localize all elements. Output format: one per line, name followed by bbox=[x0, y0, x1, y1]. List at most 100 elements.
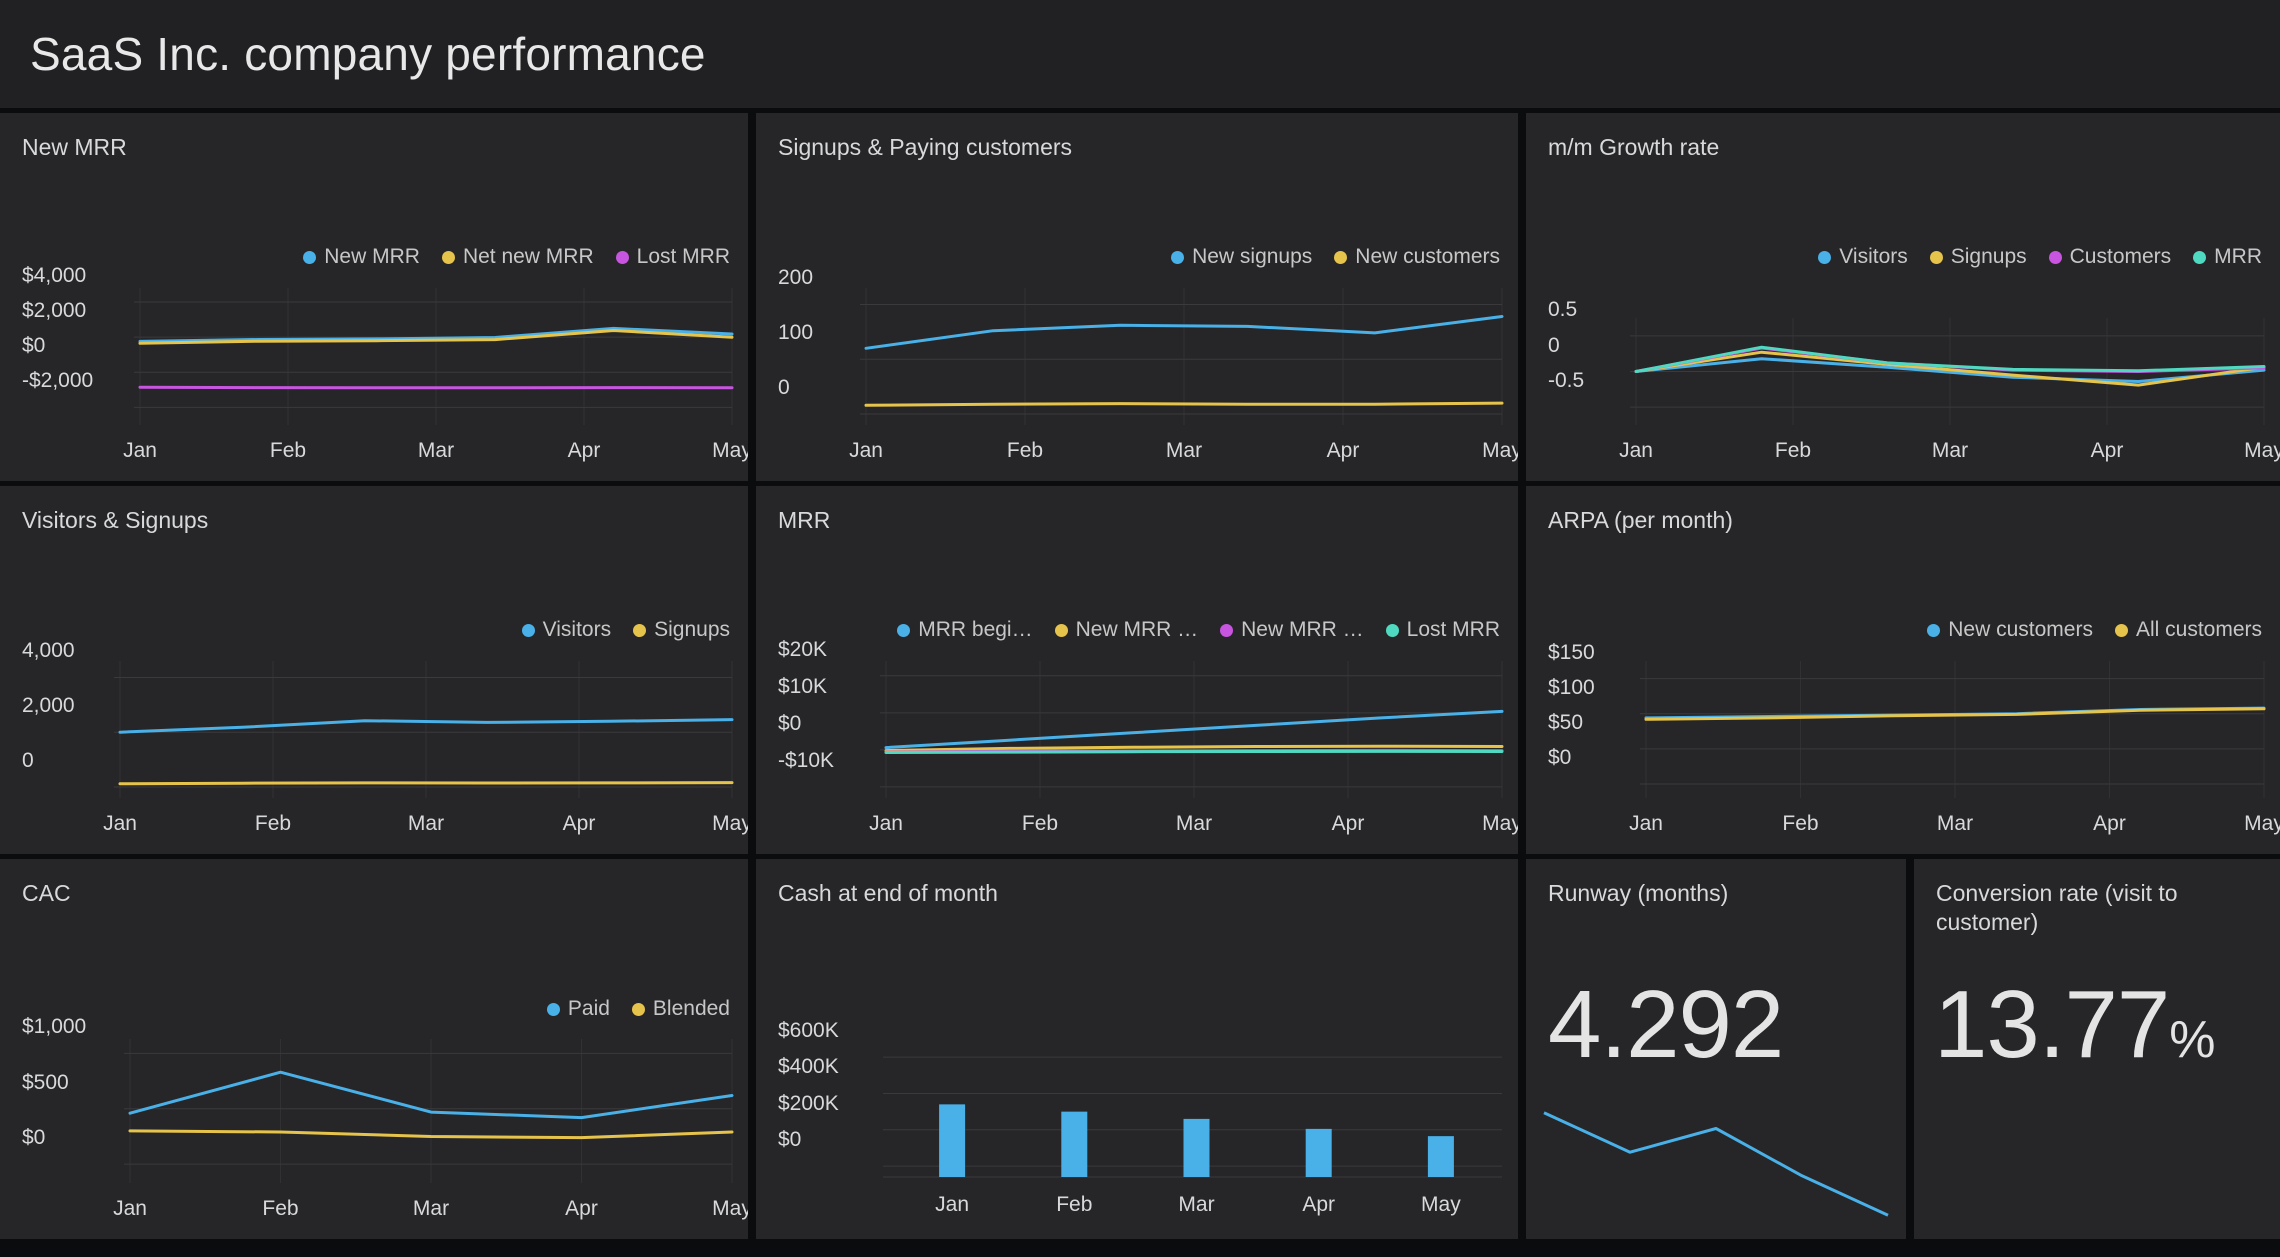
legend-item[interactable]: New MRR bbox=[303, 245, 420, 269]
legend-label: Lost MRR bbox=[637, 245, 730, 269]
x-axis-tick: Jan bbox=[849, 439, 883, 463]
legend-item[interactable]: All customers bbox=[2115, 618, 2262, 642]
panel-conversion-rate[interactable]: Conversion rate (visit to customer) 13.7… bbox=[1914, 859, 2280, 1239]
panel-signups-customers[interactable]: Signups & Paying customers 2001000JanFeb… bbox=[756, 113, 1518, 481]
legend-label: New customers bbox=[1355, 245, 1500, 269]
legend-label: MRR bbox=[2214, 245, 2262, 269]
legend-item[interactable]: New customers bbox=[1927, 618, 2093, 642]
legend-item[interactable]: New MRR … bbox=[1055, 618, 1199, 642]
legend-label: Lost MRR bbox=[1407, 618, 1500, 642]
x-axis-tick: Feb bbox=[1782, 812, 1818, 836]
y-axis-tick: $10K bbox=[778, 675, 827, 699]
x-axis-tick: Mar bbox=[413, 1197, 449, 1221]
y-axis-tick: $0 bbox=[778, 1128, 801, 1152]
panel-arpa[interactable]: ARPA (per month) $150$100$50$0JanFebMarA… bbox=[1526, 486, 2280, 854]
chart-mrr[interactable]: $20K$10K$0-$10KJanFebMarAprMayMRR begi…N… bbox=[756, 486, 1518, 854]
legend-color-dot bbox=[303, 251, 316, 264]
legend-label: Visitors bbox=[543, 618, 611, 642]
chart-legend[interactable]: New signups New customers bbox=[1171, 245, 1500, 269]
legend-color-dot bbox=[633, 624, 646, 637]
chart-legend[interactable]: Paid Blended bbox=[547, 997, 730, 1021]
legend-item[interactable]: Signups bbox=[633, 618, 730, 642]
x-axis-tick: Mar bbox=[1166, 439, 1202, 463]
legend-color-dot bbox=[2115, 624, 2128, 637]
legend-item[interactable]: Visitors bbox=[522, 618, 611, 642]
x-axis-tick: Feb bbox=[270, 439, 306, 463]
chart-legend[interactable]: Visitors Signups bbox=[522, 618, 730, 642]
panel-visitors-signups[interactable]: Visitors & Signups 4,0002,0000JanFebMarA… bbox=[0, 486, 748, 854]
legend-label: Blended bbox=[653, 997, 730, 1021]
x-axis-tick: Apr bbox=[568, 439, 601, 463]
legend-label: New customers bbox=[1948, 618, 2093, 642]
legend-item[interactable]: Net new MRR bbox=[442, 245, 594, 269]
y-axis-tick: 2,000 bbox=[22, 694, 75, 718]
legend-item[interactable]: New signups bbox=[1171, 245, 1312, 269]
y-axis-tick: $2,000 bbox=[22, 299, 86, 323]
y-axis-tick: 100 bbox=[778, 321, 813, 345]
legend-item[interactable]: Customers bbox=[2049, 245, 2172, 269]
x-axis-tick: Mar bbox=[1937, 812, 1973, 836]
legend-label: All customers bbox=[2136, 618, 2262, 642]
legend-item[interactable]: Signups bbox=[1930, 245, 2027, 269]
y-axis-tick: $0 bbox=[778, 712, 801, 736]
panel-runway[interactable]: Runway (months) 4.292 bbox=[1526, 859, 1906, 1239]
legend-label: Signups bbox=[654, 618, 730, 642]
legend-item[interactable]: MRR bbox=[2193, 245, 2262, 269]
x-axis-tick: Jan bbox=[869, 812, 903, 836]
y-axis-tick: 0 bbox=[1548, 334, 1560, 358]
legend-item[interactable]: New customers bbox=[1334, 245, 1500, 269]
chart-legend[interactable]: New MRR Net new MRR Lost MRR bbox=[303, 245, 730, 269]
y-axis-tick: $0 bbox=[22, 1126, 45, 1150]
legend-label: MRR begi… bbox=[918, 618, 1032, 642]
x-axis-tick: Jan bbox=[103, 812, 137, 836]
panel-mrr[interactable]: MRR $20K$10K$0-$10KJanFebMarAprMayMRR be… bbox=[756, 486, 1518, 854]
panel-growth-rate[interactable]: m/m Growth rate 0.50-0.5JanFebMarAprMayV… bbox=[1526, 113, 2280, 481]
legend-item[interactable]: Visitors bbox=[1818, 245, 1907, 269]
x-axis-tick: Feb bbox=[1056, 1193, 1092, 1217]
runway-sparkline bbox=[1526, 1089, 1906, 1239]
x-axis-tick: Mar bbox=[1932, 439, 1968, 463]
dashboard-row-2: Visitors & Signups 4,0002,0000JanFebMarA… bbox=[0, 486, 2280, 854]
y-axis-tick: $0 bbox=[1548, 746, 1571, 770]
legend-item[interactable]: New MRR … bbox=[1220, 618, 1364, 642]
legend-item[interactable]: Blended bbox=[632, 997, 730, 1021]
chart-legend[interactable]: Visitors Signups Customers MRR bbox=[1818, 245, 2262, 269]
y-axis-tick: $600K bbox=[778, 1019, 839, 1043]
x-axis-tick: Feb bbox=[1007, 439, 1043, 463]
y-axis-tick: 0 bbox=[22, 749, 34, 773]
chart-arpa[interactable]: $150$100$50$0JanFebMarAprMayNew customer… bbox=[1526, 486, 2280, 854]
y-axis-tick: $150 bbox=[1548, 641, 1595, 665]
chart-signups-customers[interactable]: 2001000JanFebMarAprMayNew signupsNew cus… bbox=[756, 113, 1518, 481]
runway-stat-value: 4.292 bbox=[1548, 977, 1783, 1073]
chart-cash[interactable]: $600K$400K$200K$0JanFebMarAprMay bbox=[756, 859, 1518, 1239]
x-axis-tick: May bbox=[2244, 812, 2280, 836]
legend-color-dot bbox=[2193, 251, 2206, 264]
legend-color-dot bbox=[1818, 251, 1831, 264]
y-axis-tick: 4,000 bbox=[22, 639, 75, 663]
legend-item[interactable]: Lost MRR bbox=[1386, 618, 1500, 642]
x-axis-tick: Feb bbox=[262, 1197, 298, 1221]
legend-color-dot bbox=[1220, 624, 1233, 637]
chart-cac[interactable]: $1,000$500$0JanFebMarAprMayPaidBlended bbox=[0, 859, 748, 1239]
panel-cac[interactable]: CAC $1,000$500$0JanFebMarAprMayPaidBlend… bbox=[0, 859, 748, 1239]
x-axis-tick: May bbox=[1482, 812, 1518, 836]
legend-label: Customers bbox=[2070, 245, 2172, 269]
panel-new-mrr[interactable]: New MRR $4,000$2,000$0-$2,000JanFebMarAp… bbox=[0, 113, 748, 481]
legend-item[interactable]: Lost MRR bbox=[616, 245, 730, 269]
chart-visitors-signups[interactable]: 4,0002,0000JanFebMarAprMayVisitorsSignup… bbox=[0, 486, 748, 854]
legend-color-dot bbox=[1171, 251, 1184, 264]
legend-label: New MRR … bbox=[1076, 618, 1199, 642]
y-axis-tick: -$2,000 bbox=[22, 369, 93, 393]
chart-legend[interactable]: MRR begi… New MRR … New MRR … Lost MRR bbox=[897, 618, 1500, 642]
x-axis-tick: Apr bbox=[1327, 439, 1360, 463]
panel-cash[interactable]: Cash at end of month $600K$400K$200K$0Ja… bbox=[756, 859, 1518, 1239]
chart-growth-rate[interactable]: 0.50-0.5JanFebMarAprMayVisitorsSignupsCu… bbox=[1526, 113, 2280, 481]
y-axis-tick: 0.5 bbox=[1548, 298, 1577, 322]
chart-new-mrr[interactable]: $4,000$2,000$0-$2,000JanFebMarAprMayNew … bbox=[0, 113, 748, 481]
legend-item[interactable]: Paid bbox=[547, 997, 610, 1021]
legend-item[interactable]: MRR begi… bbox=[897, 618, 1032, 642]
chart-legend[interactable]: New customers All customers bbox=[1927, 618, 2262, 642]
legend-color-dot bbox=[632, 1003, 645, 1016]
panel-title-runway: Runway (months) bbox=[1548, 879, 1728, 908]
x-axis-tick: May bbox=[1421, 1193, 1461, 1217]
